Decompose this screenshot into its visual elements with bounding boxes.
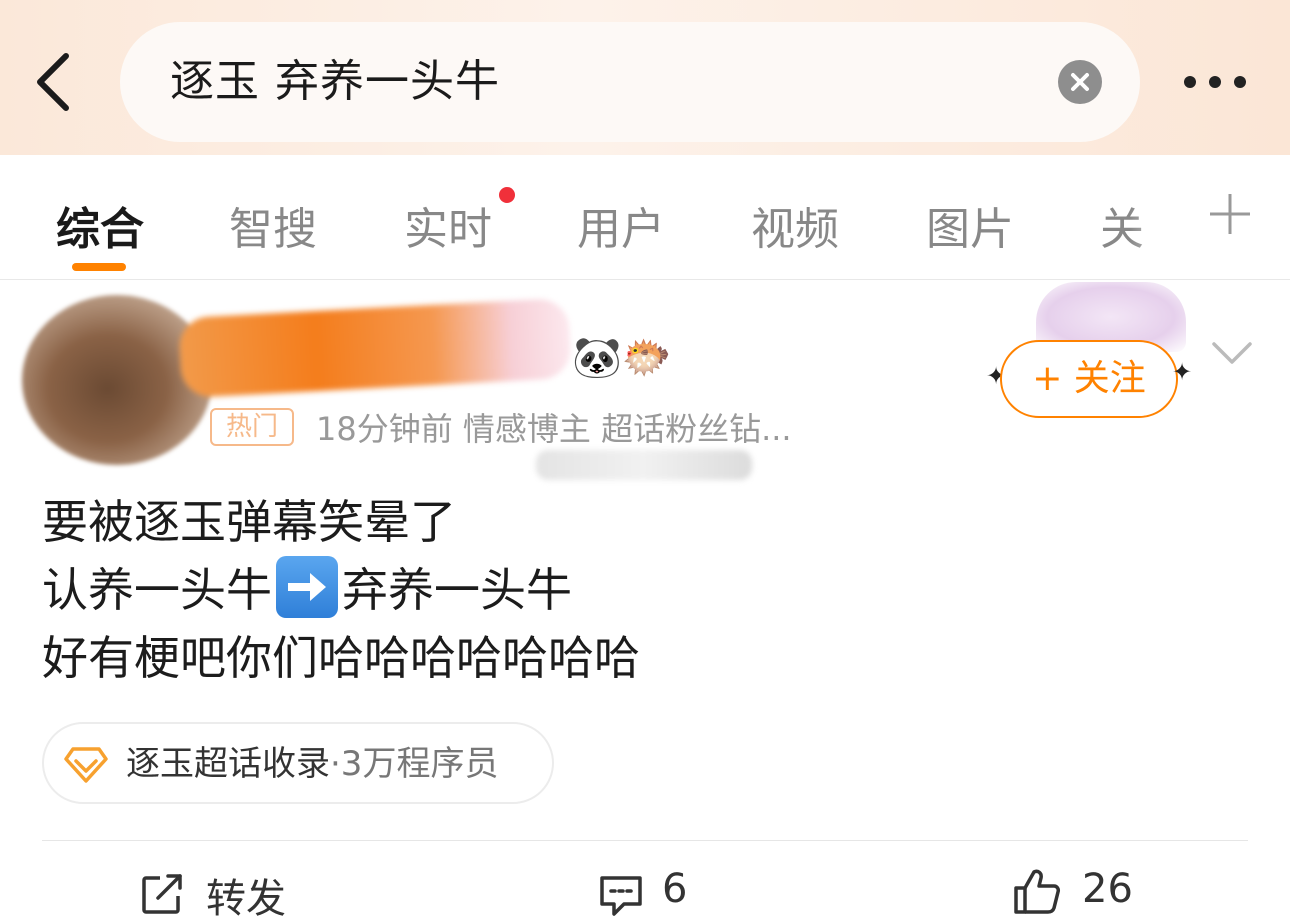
post-body: 要被逐玉弹幕笑晕了 认养一头牛 弃养一头牛 好有梗吧你们哈哈哈哈哈哈哈: [42, 488, 640, 692]
search-header: 逐玉 弃养一头牛: [0, 0, 1290, 155]
tab-users[interactable]: 用户: [577, 193, 665, 257]
divider: [42, 840, 1248, 841]
back-button[interactable]: [30, 50, 80, 114]
like-button[interactable]: 26: [1012, 862, 1152, 924]
like-icon: [1014, 869, 1060, 914]
post-meta: 18分钟前 情感博主 超话粉丝钻...: [316, 410, 792, 448]
arrow-right-emoji: [276, 556, 338, 618]
like-count: 26: [1082, 866, 1133, 912]
post-line-3: 好有梗吧你们哈哈哈哈哈哈哈: [42, 631, 640, 685]
tab-images[interactable]: 图片: [926, 193, 1014, 257]
tab-fade: [1130, 155, 1200, 279]
add-tab-button[interactable]: [1206, 190, 1254, 238]
post-line-2: 认养一头牛 弃养一头牛: [42, 556, 640, 624]
comment-icon: [600, 876, 642, 916]
active-tab-indicator: [72, 263, 126, 271]
username-redacted[interactable]: [178, 297, 572, 399]
user-badges: 🐼🐡: [572, 335, 672, 381]
diamond-icon: [64, 747, 108, 783]
tab-smart-search[interactable]: 智搜: [229, 193, 317, 257]
more-dots-icon: [1184, 76, 1246, 88]
search-tabs: 综合 智搜 实时 用户 视频 图片 关: [0, 155, 1290, 280]
follow-button[interactable]: + 关注: [1000, 340, 1178, 418]
repost-icon: [142, 874, 182, 914]
comment-count: 6: [662, 866, 688, 912]
tab-realtime[interactable]: 实时: [404, 193, 492, 257]
hot-tag: 热门: [210, 408, 294, 446]
topic-pill[interactable]: 逐玉超话收录·3万程序员: [42, 722, 554, 804]
topic-name: 逐玉超话收录: [126, 744, 330, 784]
post-line-2-start: 认养一头牛: [42, 563, 272, 617]
chevron-down-icon: [1212, 342, 1252, 364]
post-menu-button[interactable]: [1206, 334, 1258, 374]
clear-icon: [1071, 73, 1089, 91]
search-query: 逐玉 弃养一头牛: [170, 56, 500, 107]
repost-label: 转发: [206, 876, 286, 922]
search-input[interactable]: 逐玉 弃养一头牛: [120, 22, 1140, 142]
clear-search-button[interactable]: [1058, 60, 1102, 104]
topic-count: ·3万程序员: [330, 744, 499, 784]
post-line-2-end: 弃养一头牛: [342, 563, 572, 617]
topic-label: 逐玉超话收录·3万程序员: [126, 724, 498, 804]
back-chevron-icon: [37, 53, 69, 111]
more-button[interactable]: [1180, 62, 1250, 102]
realtime-new-dot: [499, 187, 515, 203]
tab-videos[interactable]: 视频: [751, 193, 839, 257]
tab-comprehensive[interactable]: 综合: [56, 193, 144, 257]
add-icon: [1210, 194, 1250, 234]
sparkle-icon: ✦: [1172, 358, 1193, 386]
post-line-1: 要被逐玉弹幕笑晕了: [42, 495, 456, 549]
repost-button[interactable]: 转发: [140, 862, 300, 924]
comment-button[interactable]: 6: [598, 862, 708, 924]
redacted-text: [536, 450, 752, 480]
